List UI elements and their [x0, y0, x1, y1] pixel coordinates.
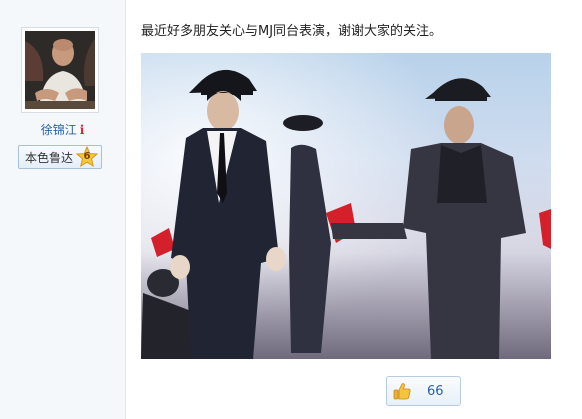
badge-level-number: 6: [83, 151, 91, 162]
thumbs-up-icon: [393, 383, 411, 400]
stage-performance-image: [141, 53, 551, 359]
avatar-portrait-icon: [25, 31, 95, 109]
avatar[interactable]: [21, 27, 99, 113]
post-body-text: 最近好多朋友关心与MJ同台表演，谢谢大家的关注。: [141, 24, 443, 39]
star-level-icon: 6: [75, 145, 99, 168]
author-sidebar: 徐锦江 i 本色鲁达 6: [0, 0, 126, 419]
info-icon[interactable]: i: [80, 123, 85, 137]
author-name-link[interactable]: 徐锦江: [41, 123, 77, 137]
avatar-image: [25, 31, 95, 109]
post-photo[interactable]: [141, 53, 551, 359]
author-name-row: 徐锦江 i: [0, 121, 125, 138]
like-button[interactable]: 66: [386, 376, 461, 406]
badge-label: 本色鲁达: [25, 150, 74, 165]
like-count: 66: [427, 383, 444, 399]
user-rank-badge[interactable]: 本色鲁达 6: [18, 145, 102, 169]
